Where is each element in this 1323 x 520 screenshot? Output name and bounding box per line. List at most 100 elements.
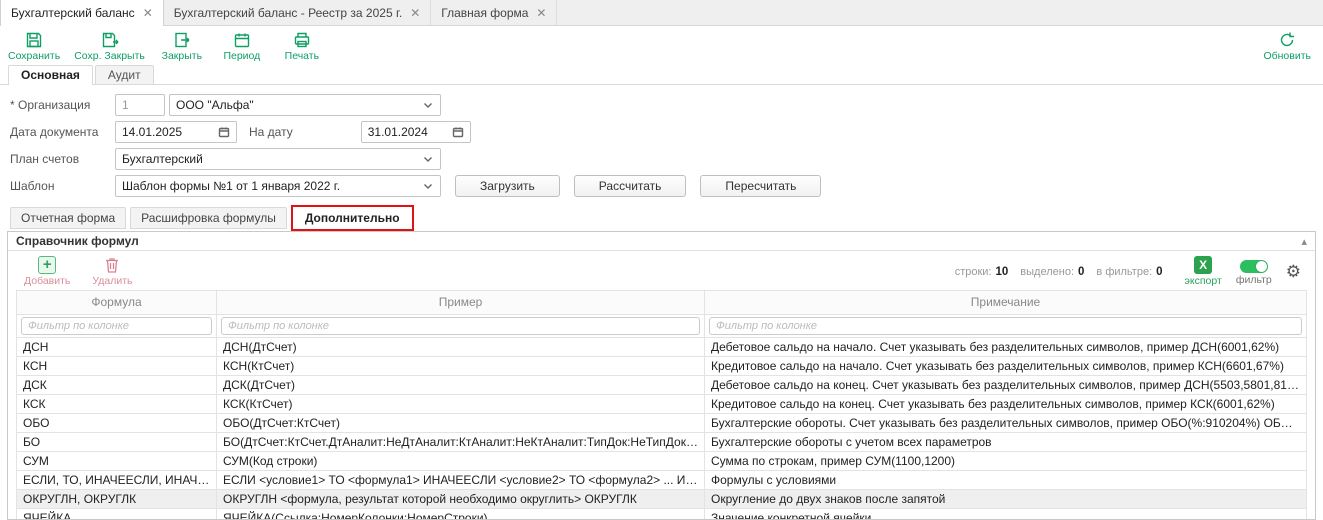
cell-note[interactable]: Бухгалтерские обороты. Счет указывать бе… (705, 413, 1307, 432)
filter-toggle[interactable]: фильтр (1236, 257, 1272, 286)
cell-example[interactable]: ЯЧЕЙКА(Ссылка:НомерКолонки:НомерСтроки) (217, 508, 705, 519)
column-header-note[interactable]: Примечание (705, 290, 1307, 314)
close-icon[interactable]: ✕ (536, 7, 546, 19)
on-date-field[interactable]: 31.01.2024 (361, 121, 471, 143)
cell-note[interactable]: Бухгалтерские обороты с учетом всех пара… (705, 432, 1307, 451)
cell-note[interactable]: Дебетовое сальдо на начало. Счет указыва… (705, 337, 1307, 356)
table-row[interactable]: ЕСЛИ, ТО, ИНАЧЕЕСЛИ, ИНАЧЕ, КОНЕЦЕСЛИ <у… (17, 470, 1307, 489)
cell-note[interactable]: Значение конкретной ячейки (705, 508, 1307, 519)
calendar-icon[interactable] (218, 126, 230, 138)
collapse-icon[interactable]: ▴ (1301, 235, 1307, 248)
filter-input-note[interactable] (709, 317, 1302, 335)
gear-icon[interactable]: ⚙ (1286, 263, 1301, 280)
panel-toolbar: + Добавить Удалить строки:10 выделено:0 … (8, 251, 1315, 290)
close-form-icon (173, 31, 191, 49)
cell-example[interactable]: БО(ДтСчет:КтСчет.ДтАналит:НеДтАналит:КтА… (217, 432, 705, 451)
print-button[interactable]: Печать (279, 31, 325, 62)
cell-note[interactable]: Кредитовое сальдо на конец. Счет указыва… (705, 394, 1307, 413)
cell-example[interactable]: ДСК(ДтСчет) (217, 375, 705, 394)
panel-header: Справочник формул ▴ (8, 232, 1315, 251)
add-button[interactable]: + Добавить (24, 256, 70, 287)
chevron-down-icon[interactable] (422, 99, 434, 111)
cell-example[interactable]: КСК(КтСчет) (217, 394, 705, 413)
table-row[interactable]: КСККСК(КтСчет)Кредитовое сальдо на конец… (17, 394, 1307, 413)
save-close-icon (101, 31, 119, 49)
trash-icon (103, 256, 121, 274)
delete-button[interactable]: Удалить (92, 256, 132, 287)
cell-note[interactable]: Сумма по строкам, пример СУМ(1100,1200) (705, 451, 1307, 470)
export-button[interactable]: X экспорт (1185, 256, 1222, 287)
chevron-down-icon[interactable] (422, 153, 434, 165)
cell-formula[interactable]: ЕСЛИ, ТО, ИНАЧЕЕСЛИ, ИНАЧЕ, КОНЕЦ (17, 470, 217, 489)
template-select[interactable]: Шаблон формы №1 от 1 января 2022 г. (115, 175, 441, 197)
cell-formula[interactable]: КСН (17, 356, 217, 375)
on-date-value: 31.01.2024 (368, 125, 428, 139)
save-close-button[interactable]: Сохр. Закрыть (74, 31, 145, 62)
tab-formula-decode[interactable]: Расшифровка формулы (130, 207, 287, 229)
window-tab-register[interactable]: Бухгалтерский баланс - Реестр за 2025 г.… (164, 0, 432, 25)
window-tab-main-form[interactable]: Главная форма ✕ (431, 0, 557, 25)
filter-input-formula[interactable] (21, 317, 212, 335)
refresh-button[interactable]: Обновить (1263, 31, 1311, 62)
chevron-down-icon[interactable] (422, 180, 434, 192)
table-row[interactable]: ОБООБО(ДтСчет:КтСчет)Бухгалтерские оборо… (17, 413, 1307, 432)
toggle-on-icon[interactable] (1240, 260, 1268, 273)
column-header-example[interactable]: Пример (217, 290, 705, 314)
table-row[interactable]: БОБО(ДтСчет:КтСчет.ДтАналит:НеДтАналит:К… (17, 432, 1307, 451)
cell-formula[interactable]: ОБО (17, 413, 217, 432)
tab-audit[interactable]: Аудит (95, 65, 154, 84)
table-row[interactable]: ДСКДСК(ДтСчет)Дебетовое сальдо на конец.… (17, 375, 1307, 394)
tab-formula-decode-label: Расшифровка формулы (141, 211, 276, 225)
cell-formula[interactable]: КСК (17, 394, 217, 413)
window-tab-label: Главная форма (441, 6, 528, 20)
period-button[interactable]: Период (219, 31, 265, 62)
cell-example[interactable]: ОКРУГЛН <формула, результат которой необ… (217, 489, 705, 508)
window-tab-balance[interactable]: Бухгалтерский баланс ✕ (0, 0, 164, 26)
organization-select[interactable]: ООО "Альфа" (169, 94, 441, 116)
load-button[interactable]: Загрузить (455, 175, 560, 197)
column-header-formula[interactable]: Формула (17, 290, 217, 314)
save-icon (25, 31, 43, 49)
save-button[interactable]: Сохранить (8, 31, 60, 62)
cell-formula[interactable]: БО (17, 432, 217, 451)
cell-formula[interactable]: ДСН (17, 337, 217, 356)
table-row[interactable]: ЯЧЕЙКАЯЧЕЙКА(Ссылка:НомерКолонки:НомерСт… (17, 508, 1307, 519)
recalculate-button[interactable]: Пересчитать (700, 175, 821, 197)
close-icon[interactable]: ✕ (410, 7, 420, 19)
organization-code-field[interactable]: 1 (115, 94, 165, 116)
cell-formula[interactable]: ЯЧЕЙКА (17, 508, 217, 519)
tab-additional[interactable]: Дополнительно (295, 208, 410, 228)
filtered-count: 0 (1156, 266, 1162, 278)
table-row[interactable]: СУМСУМ(Код строки)Сумма по строкам, прим… (17, 451, 1307, 470)
calculate-button[interactable]: Рассчитать (574, 175, 687, 197)
close-button[interactable]: Закрыть (159, 31, 205, 62)
cell-note[interactable]: Округление до двух знаков после запятой (705, 489, 1307, 508)
cell-note[interactable]: Кредитовое сальдо на начало. Счет указыв… (705, 356, 1307, 375)
table-row[interactable]: КСНКСН(КтСчет)Кредитовое сальдо на начал… (17, 356, 1307, 375)
cell-example[interactable]: ОБО(ДтСчет:КтСчет) (217, 413, 705, 432)
chart-select[interactable]: Бухгалтерский (115, 148, 441, 170)
cell-example[interactable]: ДСН(ДтСчет) (217, 337, 705, 356)
filter-input-example[interactable] (221, 317, 700, 335)
table-row[interactable]: ДСНДСН(ДтСчет)Дебетовое сальдо на начало… (17, 337, 1307, 356)
cell-note[interactable]: Формулы с условиями (705, 470, 1307, 489)
tab-main[interactable]: Основная (8, 65, 93, 85)
cell-example[interactable]: СУМ(Код строки) (217, 451, 705, 470)
cell-example[interactable]: КСН(КтСчет) (217, 356, 705, 375)
doc-date-field[interactable]: 14.01.2025 (115, 121, 237, 143)
doc-date-label: Дата документа (10, 125, 115, 139)
cell-example[interactable]: ЕСЛИ <условие1> ТО <формула1> ИНАЧЕЕСЛИ … (217, 470, 705, 489)
organization-name-value: ООО "Альфа" (176, 98, 254, 112)
table-row[interactable]: ОКРУГЛН, ОКРУГЛКОКРУГЛН <формула, резуль… (17, 489, 1307, 508)
form-area: * Организация 1 ООО "Альфа" Дата докумен… (0, 85, 1323, 205)
save-label: Сохранить (8, 50, 60, 62)
calendar-icon[interactable] (452, 126, 464, 138)
cell-formula[interactable]: ОКРУГЛН, ОКРУГЛК (17, 489, 217, 508)
cell-formula[interactable]: ДСК (17, 375, 217, 394)
close-icon[interactable]: ✕ (143, 7, 153, 19)
tab-report-form[interactable]: Отчетная форма (10, 207, 126, 229)
app-window: Бухгалтерский баланс ✕ Бухгалтерский бал… (0, 0, 1323, 520)
cell-note[interactable]: Дебетовое сальдо на конец. Счет указыват… (705, 375, 1307, 394)
cell-formula[interactable]: СУМ (17, 451, 217, 470)
toolbar-right-group: Обновить (1263, 31, 1311, 62)
